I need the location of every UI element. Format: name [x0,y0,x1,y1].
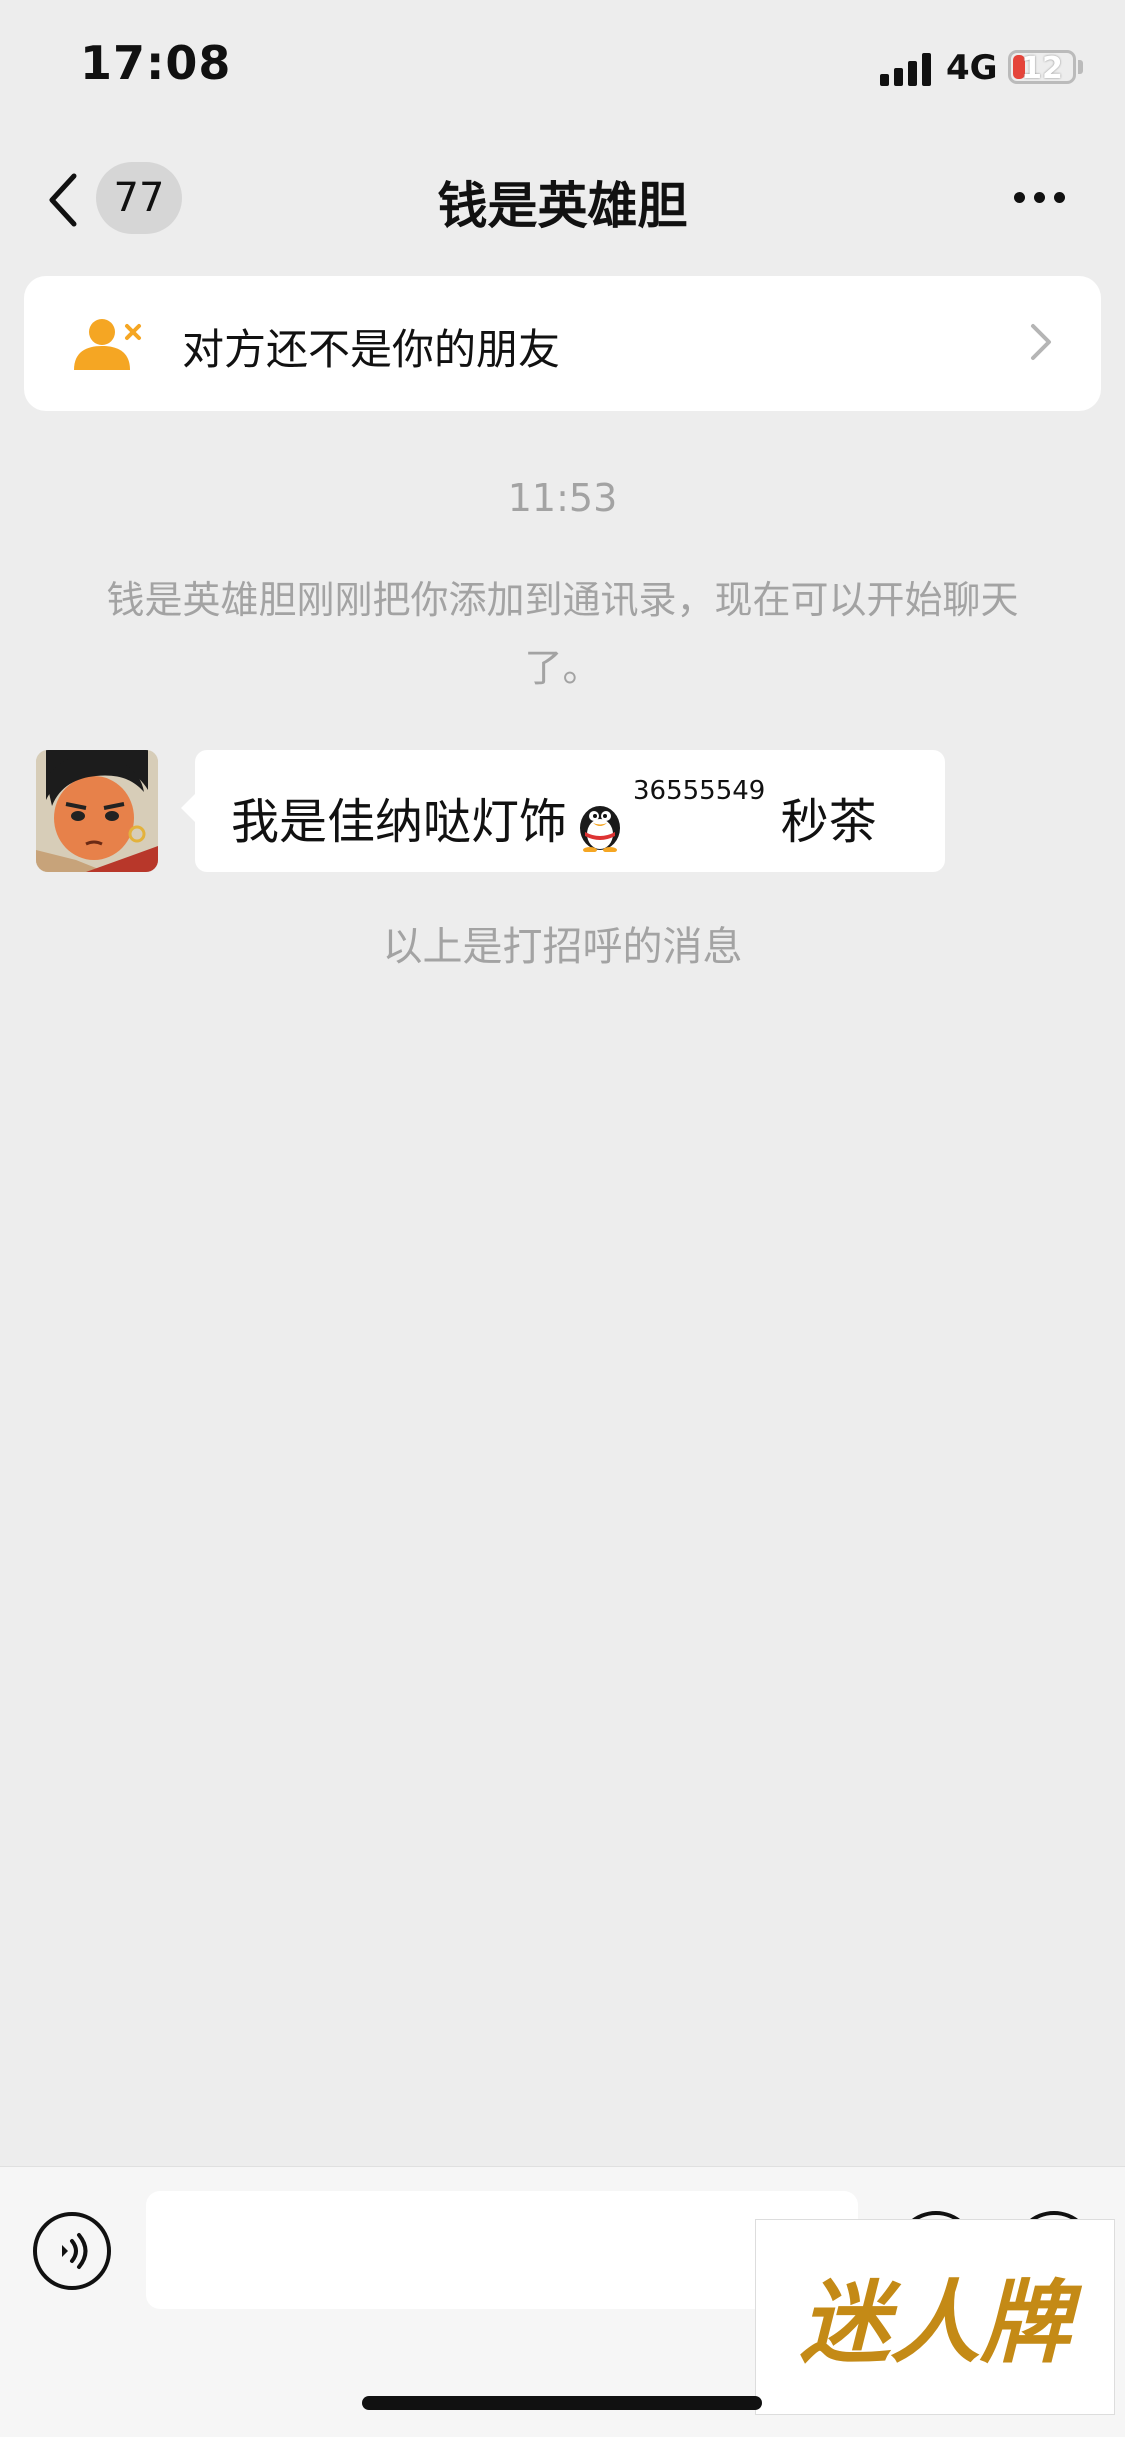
not-friend-banner[interactable]: 对方还不是你的朋友 [24,276,1101,411]
battery-icon: 12 [1008,50,1076,86]
status-bar: 17:08 4G 12 [0,0,1125,135]
greeting-note: 以上是打招呼的消息 [382,924,743,970]
message-text-before: 我是佳纳哒灯饰 [231,794,568,850]
message-timestamp: 11:53 [507,476,618,520]
status-time: 17:08 [80,36,232,90]
message-input[interactable] [146,2191,858,2309]
person-remove-icon [74,319,141,370]
system-message: 钱是英雄胆刚刚把你添加到通讯录，现在可以开始聊天了。 [106,578,1019,690]
message-bubble[interactable]: 我是佳纳哒灯饰 36555549 秒茶 [181,750,945,872]
battery-level: 12 [1021,51,1063,86]
signal-icon [880,52,936,86]
chat-title: 钱是英雄胆 [437,177,688,235]
message-text-after: 秒茶 [780,794,877,850]
watermark-text: 迷人牌 [800,2271,1070,2376]
banner-label: 对方还不是你的朋友 [182,325,561,374]
voice-icon[interactable] [32,2211,112,2291]
qq-number: 36555549 [633,776,766,806]
penguin-icon [573,798,627,853]
watermark: 迷人牌 [755,2219,1115,2415]
more-button[interactable] [1010,188,1070,208]
message-text: 我是佳纳哒灯饰 36555549 秒茶 [231,776,877,853]
home-indicator[interactable] [362,2396,762,2410]
avatar-image [36,750,158,872]
battery-cap [1078,60,1083,74]
more-icon [1014,192,1025,203]
chevron-right-icon [1031,324,1051,360]
network-type: 4G [946,48,998,88]
avatar[interactable] [36,750,158,872]
